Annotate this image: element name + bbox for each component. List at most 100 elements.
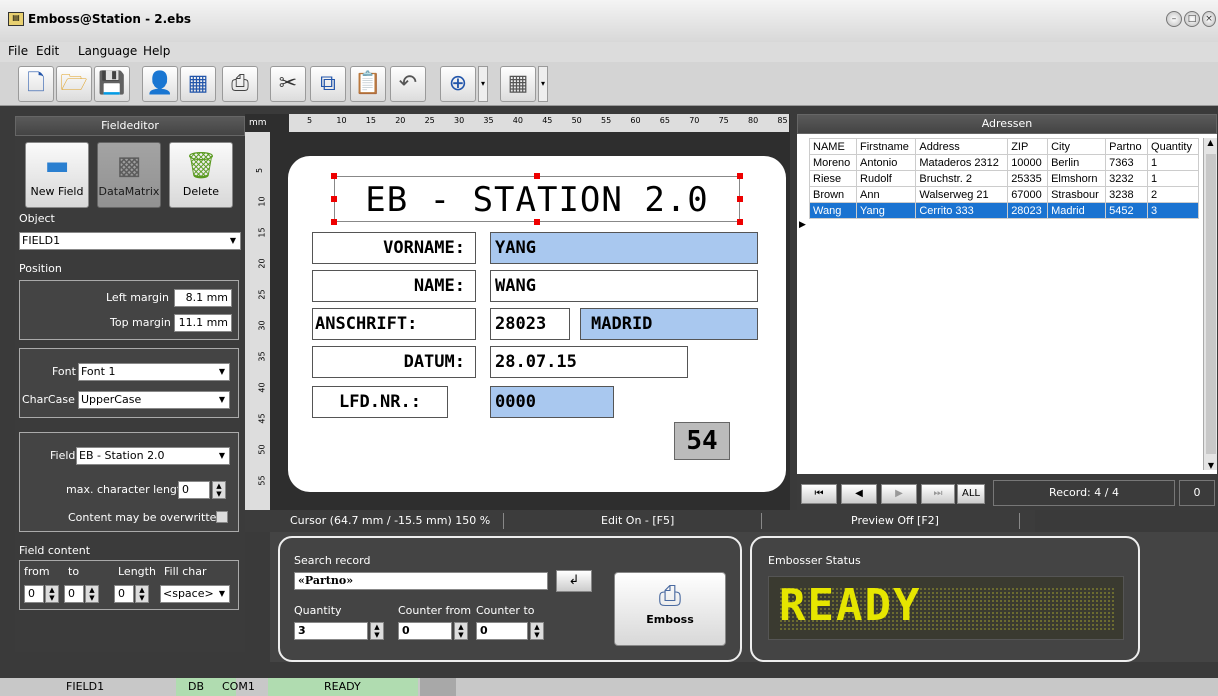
object-select[interactable]: FIELD1 ▼ [19,232,241,250]
card-title-field[interactable]: EB - STATION 2.0 [334,176,740,222]
lfdnr-value[interactable]: 0000 [490,386,614,418]
paste-icon[interactable]: 📋 [350,66,386,102]
overwrite-checkbox[interactable] [216,511,228,523]
resize-handle[interactable] [737,219,743,225]
table-row[interactable]: Moreno Antonio Mataderos 2312 10000 Berlin 73… [808,154,1199,171]
resize-handle[interactable] [534,219,540,225]
minimize-icon[interactable]: – [1166,11,1182,27]
field-select[interactable]: EB - Station 2.0 ▼ [76,447,230,465]
font-select[interactable]: Font 1 ▼ [78,363,230,381]
card-preview[interactable]: EB - STATION 2.0 VORNAME: YANG NAME: WAN… [288,156,786,492]
column-header[interactable]: ZIP [1007,138,1049,155]
all-records-button[interactable]: ALL [957,484,985,504]
quantity-spinner[interactable]: ▲ ▼ [370,622,384,640]
next-record-icon[interactable]: ▶ [881,484,917,504]
anschrift-city-value[interactable]: MADRID [580,308,758,340]
maxlen-input[interactable]: 0 [178,481,210,499]
resize-handle[interactable] [737,196,743,202]
address-table[interactable]: NAME Firstname Address ZIP City Partno Q… [797,134,1217,474]
card-designer[interactable]: mm 5 10 15 20 25 30 35 40 45 50 55 60 65 70 75 80 85 5 10… [245,114,790,510]
to-input[interactable]: 0 [64,585,84,603]
column-header[interactable]: Firstname [856,138,917,155]
resize-handle[interactable] [737,173,743,179]
zoom-dropdown[interactable]: ▾ [478,66,488,102]
preview-icon[interactable]: ▦ [180,66,216,102]
left-margin-input[interactable]: 8.1 mm [174,289,232,307]
save-icon[interactable]: 💾 [94,66,130,102]
vertical-scrollbar[interactable]: ▲ ▼ [1203,138,1217,470]
new-field-button[interactable]: ▬ New Field [25,142,89,208]
anschrift-label[interactable]: ANSCHRIFT: [312,308,476,340]
grid-icon[interactable]: ▦ [500,66,536,102]
column-header[interactable]: City [1047,138,1107,155]
menu-language[interactable]: Language [78,44,137,58]
datamatrix-button[interactable]: ▩ DataMatrix [97,142,161,208]
first-record-icon[interactable]: ⏮ [801,484,837,504]
quantity-input[interactable]: 3 [294,622,368,640]
from-spinner[interactable]: ▲ ▼ [45,585,59,603]
vorname-label[interactable]: VORNAME: [312,232,476,264]
datum-label[interactable]: DATUM: [312,346,476,378]
column-header[interactable]: Partno [1105,138,1149,155]
enter-button[interactable]: ↲ [556,570,592,592]
datum-value[interactable]: 28.07.15 [490,346,688,378]
column-header[interactable]: Address [915,138,1009,155]
to-spinner[interactable]: ▲ ▼ [85,585,99,603]
open-folder-icon[interactable]: 🗁 [56,66,92,102]
resize-handle[interactable] [331,196,337,202]
resize-handle[interactable] [331,173,337,179]
user-settings-icon[interactable]: 👤 [142,66,178,102]
status-field: FIELD1 [66,680,105,693]
search-input[interactable]: «Partno» [294,572,548,590]
column-header[interactable]: Quantity [1147,138,1199,155]
maxlen-spinner[interactable]: ▲ ▼ [212,481,226,499]
undo-icon[interactable]: ↶ [390,66,426,102]
top-margin-input[interactable]: 11.1 mm [174,314,232,332]
fill-char-select[interactable]: <space> ▼ [160,585,230,603]
edit-status[interactable]: Edit On - [F5] [601,510,674,532]
table-row[interactable]: Brown Ann Walserweg 21 67000 Strasbour 3238 2 [808,186,1199,203]
counter-to-spinner[interactable]: ▲ ▼ [530,622,544,640]
charcase-select[interactable]: UpperCase ▼ [78,391,230,409]
delete-button[interactable]: 🗑 Delete [169,142,233,208]
last-record-icon[interactable]: ⏭ [921,484,955,504]
name-label[interactable]: NAME: [312,270,476,302]
counter-from-input[interactable]: 0 [398,622,452,640]
length-input[interactable]: 0 [114,585,134,603]
resize-handle[interactable] [534,173,540,179]
preview-status[interactable]: Preview Off [F2] [851,510,939,532]
card-number-field[interactable]: 54 [674,422,730,460]
grid-dropdown[interactable]: ▾ [538,66,548,102]
counter-from-spinner[interactable]: ▲ ▼ [454,622,468,640]
from-input[interactable]: 0 [24,585,44,603]
scroll-down-icon[interactable]: ▼ [1204,461,1218,470]
ruler-tick-label: 80 [748,116,759,125]
maximize-icon[interactable]: □ [1184,11,1200,27]
table-row[interactable]: Riese Rudolf Bruchstr. 2 25335 Elmshorn 3232 1 [808,170,1199,187]
counter-to-input[interactable]: 0 [476,622,528,640]
new-file-icon[interactable]: 🗋 [18,66,54,102]
column-header[interactable]: NAME [808,138,858,155]
name-value[interactable]: WANG [490,270,758,302]
prev-record-icon[interactable]: ◀ [841,484,877,504]
zoom-icon[interactable]: ⊕ [440,66,476,102]
scroll-up-icon[interactable]: ▲ [1204,138,1217,152]
resize-handle[interactable] [331,219,337,225]
table-row-selected[interactable]: Wang Yang Cerrito 333 28023 Madrid 5452 3 [808,202,1199,219]
scroll-thumb[interactable] [1206,154,1216,454]
menu-file[interactable]: File [8,44,28,58]
menu-edit[interactable]: Edit [36,44,59,58]
lfdnr-label[interactable]: LFD.NR.: [312,386,448,418]
vorname-value[interactable]: YANG [490,232,758,264]
emboss-button[interactable]: ⎙ Emboss [614,572,726,646]
cut-icon[interactable]: ✂ [270,66,306,102]
length-spinner[interactable]: ▲ ▼ [135,585,149,603]
print-icon[interactable]: ⎙ [222,66,258,102]
address-grid[interactable]: NAME Firstname Address ZIP City Partno Q… [808,138,1199,219]
ruler-tick-label: 50 [257,444,267,455]
close-icon[interactable]: × [1202,11,1216,27]
menu-help[interactable]: Help [143,44,170,58]
anschrift-zip-value[interactable]: 28023 [490,308,570,340]
ruler-tick-label: 85 [777,116,788,125]
copy-icon[interactable]: ⧉ [310,66,346,102]
